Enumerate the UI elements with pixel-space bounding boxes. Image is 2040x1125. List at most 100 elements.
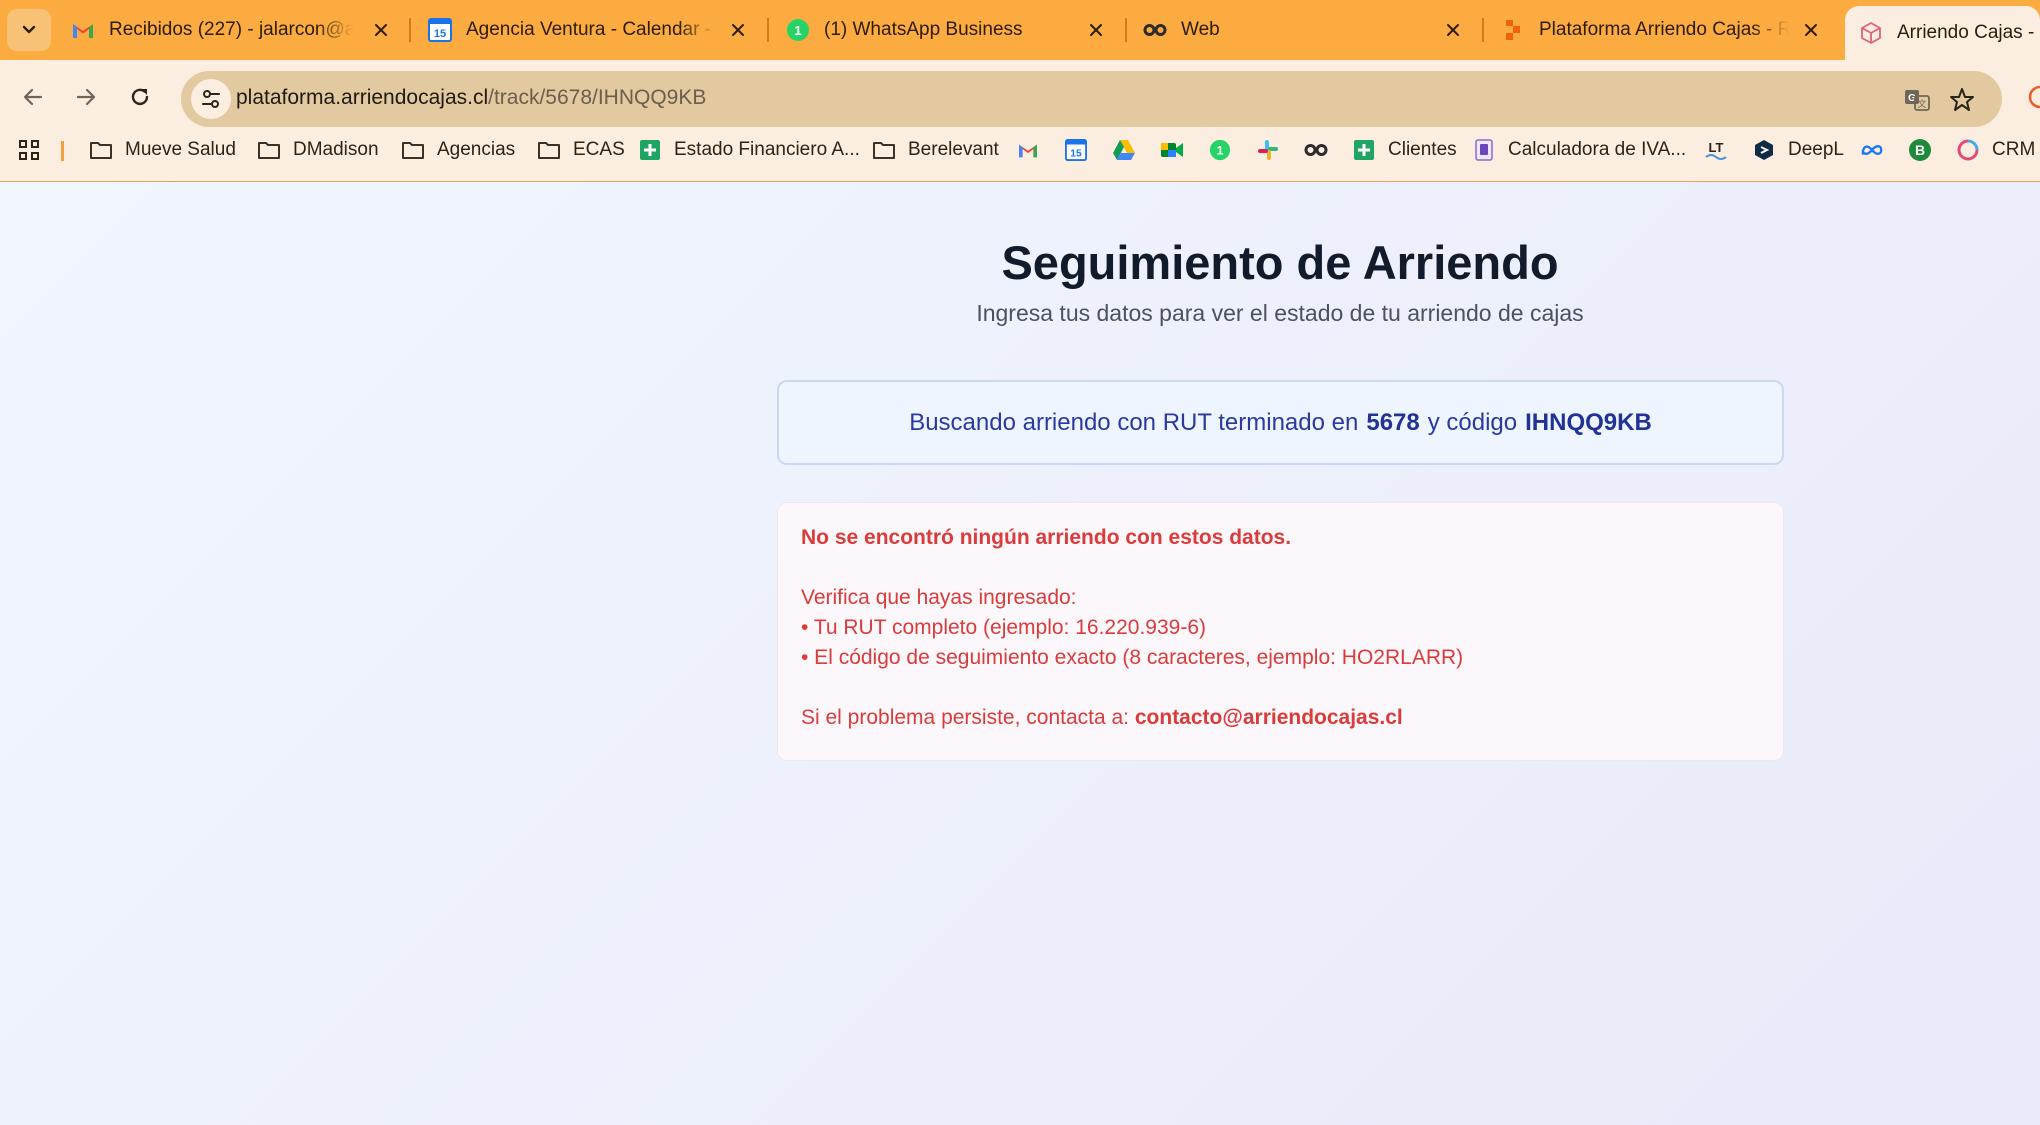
gmail-icon [1016, 138, 1040, 162]
bookmark-slack[interactable] [1256, 128, 1280, 172]
tab-separator [409, 18, 411, 42]
svg-text:1: 1 [794, 23, 801, 38]
bookmarks-separator [61, 141, 64, 161]
calendar-icon: 15 [428, 18, 452, 42]
tab-gmail[interactable]: Recibidos (227) - jalarcon@agencia [71, 6, 393, 54]
tab-search-button[interactable] [7, 9, 51, 51]
contact-email-link[interactable]: contacto@arriendocajas.cl [1135, 706, 1403, 729]
tab-title: Recibidos (227) - jalarcon@agencia [109, 19, 353, 40]
page-subtitle: Ingresa tus datos para ver el estado de … [976, 300, 1584, 326]
close-icon[interactable] [1799, 18, 1823, 42]
bookmark-drive[interactable] [1112, 128, 1136, 172]
bookmark-b[interactable]: B [1908, 128, 1932, 172]
bookmark-label: Calculadora de IVA... [1508, 139, 1687, 160]
folder-icon [401, 138, 425, 162]
bookmark-web[interactable] [1304, 128, 1328, 172]
svg-text:文: 文 [1917, 98, 1926, 109]
bookmark-label: DeepL [1788, 139, 1844, 160]
b-circle-icon: B [1908, 138, 1932, 162]
whatsapp-icon: 1 [1208, 138, 1232, 162]
svg-text:LT: LT [1709, 140, 1724, 155]
translate-icon[interactable]: G文 [1902, 85, 1932, 115]
bookmark-label: Agencias [437, 139, 516, 160]
close-icon[interactable] [369, 18, 393, 42]
chevron-down-icon [22, 25, 36, 34]
search-summary-box: Buscando arriendo con RUT terminado en 5… [777, 380, 1784, 465]
apps-grid-icon [17, 138, 41, 162]
rut-value: 5678 [1366, 408, 1420, 436]
arrow-right-icon [76, 88, 96, 106]
gmail-icon [71, 18, 95, 42]
crm-icon [1956, 138, 1980, 162]
tab-title: (1) WhatsApp Business [824, 19, 1023, 40]
apps-button[interactable] [17, 128, 41, 172]
tab-calendar[interactable]: 15 Agencia Ventura - Calendar - Semana [428, 6, 750, 54]
folder-icon [89, 138, 113, 162]
drive-icon [1112, 138, 1136, 162]
close-icon[interactable] [1084, 18, 1108, 42]
tab-strip: Recibidos (227) - jalarcon@agencia 15 Ag… [0, 0, 2040, 60]
close-icon[interactable] [1441, 18, 1465, 42]
forward-button[interactable] [66, 77, 106, 117]
infinity-icon [1143, 18, 1167, 42]
close-icon[interactable] [726, 18, 750, 42]
bookmark-crm[interactable]: CRM | [1956, 128, 2040, 172]
deepl-icon [1752, 138, 1776, 162]
reload-icon [131, 88, 149, 106]
site-info-button[interactable] [191, 79, 231, 119]
tab-web[interactable]: Web [1143, 6, 1465, 54]
tab-title: Arriendo Cajas - Pl [1897, 22, 2040, 43]
star-icon[interactable] [1947, 85, 1977, 115]
bookmarks-bar: Mueve Salud DMadison Agencias ECAS Estad… [0, 128, 2040, 172]
svg-text:1: 1 [1217, 144, 1224, 158]
bookmark-estado-financiero[interactable]: Estado Financiero A... [638, 128, 860, 172]
bookmark-label: Mueve Salud [125, 139, 236, 160]
bookmark-lt[interactable]: LT [1704, 128, 1728, 172]
search-middle: y código [1427, 408, 1518, 436]
reload-button[interactable] [120, 77, 160, 117]
tab-replit[interactable]: Plataforma Arriendo Cajas - Replit [1501, 6, 1823, 54]
url-text[interactable]: plataforma.arriendocajas.cl/track/5678/I… [236, 86, 706, 110]
page-title: Seguimiento de Arriendo [1001, 236, 1559, 289]
infinity-icon [1304, 138, 1328, 162]
tune-icon [202, 90, 220, 108]
tab-separator [1482, 18, 1484, 42]
bookmark-mueve-salud[interactable]: Mueve Salud [89, 128, 236, 172]
extension-icon[interactable] [2020, 77, 2040, 117]
bookmark-berelevant[interactable]: Berelevant [872, 128, 999, 172]
bookmark-meet[interactable] [1160, 128, 1184, 172]
bookmark-whatsapp[interactable]: 1 [1208, 128, 1232, 172]
bookmark-label: Estado Financiero A... [674, 139, 860, 160]
calculator-icon [1472, 138, 1496, 162]
page-content: Seguimiento de Arriendo Ingresa tus dato… [0, 182, 2040, 1125]
address-bar[interactable]: plataforma.arriendocajas.cl/track/5678/I… [181, 71, 2002, 127]
error-item-code: • El código de seguimiento exacto (8 car… [801, 646, 1464, 669]
bookmark-calculadora-iva[interactable]: Calculadora de IVA... [1472, 128, 1686, 172]
bookmark-gmail[interactable] [1016, 128, 1040, 172]
bookmark-label: ECAS [573, 139, 625, 160]
bookmark-clientes[interactable]: Clientes [1352, 128, 1457, 172]
bookmark-dmadison[interactable]: DMadison [257, 128, 379, 172]
search-prefix: Buscando arriendo con RUT terminado en [909, 408, 1359, 436]
svg-text:B: B [1915, 142, 1925, 158]
whatsapp-icon: 1 [786, 18, 810, 42]
tab-separator [767, 18, 769, 42]
replit-icon [1501, 18, 1525, 42]
tab-title: Plataforma Arriendo Cajas - Replit [1539, 19, 1789, 40]
tab-arriendo-cajas[interactable]: Arriendo Cajas - Pl [1845, 6, 2040, 60]
back-button[interactable] [13, 77, 53, 117]
bookmark-agencias[interactable]: Agencias [401, 128, 515, 172]
error-message-box: No se encontró ningún arriendo con estos… [777, 502, 1784, 761]
bookmark-meta[interactable] [1860, 128, 1884, 172]
bookmark-ecas[interactable]: ECAS [537, 128, 625, 172]
error-item-rut: • Tu RUT completo (ejemplo: 16.220.939-6… [801, 616, 1206, 639]
tab-whatsapp[interactable]: 1 (1) WhatsApp Business [786, 6, 1108, 54]
contact-line: Si el problema persiste, contacta a: con… [801, 703, 1760, 733]
bookmark-label: Berelevant [908, 139, 999, 160]
meta-icon [1860, 138, 1884, 162]
contact-prefix: Si el problema persiste, contacta a: [801, 706, 1130, 729]
bookmark-calendar[interactable]: 15 [1064, 128, 1088, 172]
box-icon [1859, 21, 1883, 45]
bookmark-deepl[interactable]: DeepL [1752, 128, 1844, 172]
arrow-left-icon [23, 88, 43, 106]
